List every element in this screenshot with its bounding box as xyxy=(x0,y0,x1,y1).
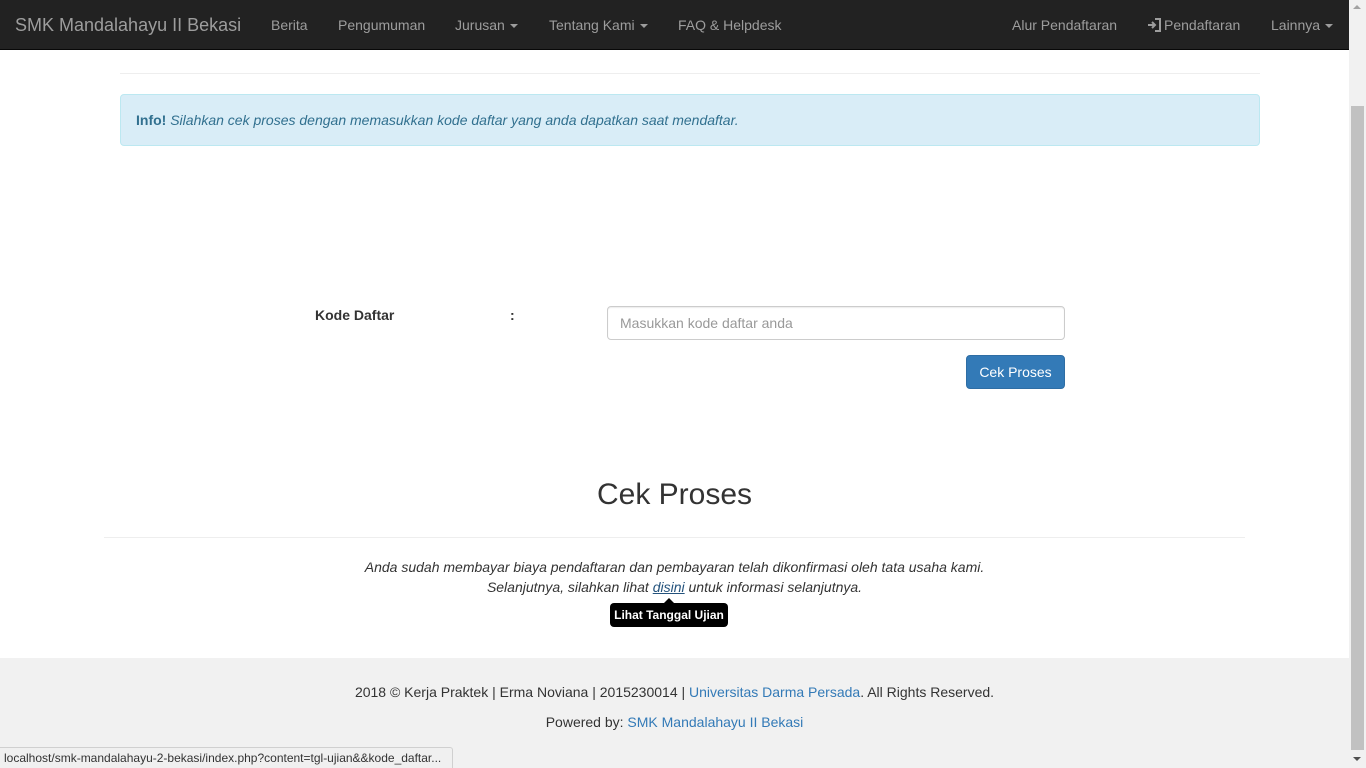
footer-copyright: 2018 © Kerja Praktek | Erma Noviana | 20… xyxy=(0,684,1349,700)
footer-rights-text: . All Rights Reserved. xyxy=(860,684,995,700)
nav-item-lainnya[interactable]: Lainnya xyxy=(1271,0,1334,50)
section-title: Cek Proses xyxy=(596,478,753,511)
caret-down-icon xyxy=(1325,24,1334,29)
nav-item-pendaftaran-label: Pendaftaran xyxy=(1164,17,1241,33)
browser-status-url: localhost/smk-mandalahayu-2-bekasi/index… xyxy=(0,747,453,768)
school-link[interactable]: SMK Mandalahayu II Bekasi xyxy=(627,714,803,730)
cek-proses-button[interactable]: Cek Proses xyxy=(966,355,1065,389)
nav-item-pendaftaran[interactable]: Pendaftaran xyxy=(1147,0,1240,50)
alert-text: Silahkan cek proses dengan memasukkan ko… xyxy=(170,112,739,128)
footer-copyright-text: 2018 © Kerja Praktek | Erma Noviana | 20… xyxy=(354,684,690,700)
nav-item-tentang-kami[interactable]: Tentang Kami xyxy=(549,0,648,50)
nav-item-tentang-kami-label: Tentang Kami xyxy=(549,17,635,33)
kode-daftar-input[interactable] xyxy=(607,306,1065,340)
alert-title: Info! xyxy=(136,112,167,128)
top-navbar: SMK Mandalahayu II Bekasi Berita Pengumu… xyxy=(0,0,1349,50)
section-divider xyxy=(104,537,1245,538)
nav-item-alur-pendaftaran[interactable]: Alur Pendaftaran xyxy=(1012,0,1117,50)
nav-item-lainnya-label: Lainnya xyxy=(1271,17,1321,33)
login-icon xyxy=(1148,18,1161,32)
scroll-up-arrow-icon[interactable] xyxy=(1353,5,1361,9)
result-message-line2: Selanjutnya, silahkan lihat disini untuk… xyxy=(104,579,1245,595)
result-message-line1: Anda sudah membayar biaya pendaftaran da… xyxy=(364,559,985,575)
navbar-brand[interactable]: SMK Mandalahayu II Bekasi xyxy=(15,0,241,50)
line2-before-text: Selanjutnya, silahkan lihat xyxy=(486,579,653,595)
nav-item-berita[interactable]: Berita xyxy=(271,0,308,50)
universitas-link[interactable]: Universitas Darma Persada xyxy=(689,684,860,700)
nav-item-jurusan[interactable]: Jurusan xyxy=(455,0,518,50)
footer-powered-by: Powered by: SMK Mandalahayu II Bekasi xyxy=(0,714,1349,730)
scrollbar-thumb[interactable] xyxy=(1351,106,1364,750)
tooltip-lihat-tanggal-ujian: Lihat Tanggal Ujian xyxy=(610,603,728,627)
caret-down-icon xyxy=(509,24,518,29)
nav-item-faq-helpdesk[interactable]: FAQ & Helpdesk xyxy=(678,0,782,50)
line2-after-text: untuk informasi selanjutnya. xyxy=(684,579,863,595)
info-alert: Info! Silahkan cek proses dengan memasuk… xyxy=(120,94,1260,146)
nav-item-jurusan-label: Jurusan xyxy=(455,17,505,33)
top-divider xyxy=(120,73,1260,74)
nav-item-pengumuman[interactable]: Pengumuman xyxy=(338,0,425,50)
scroll-down-arrow-icon[interactable] xyxy=(1353,757,1361,761)
caret-down-icon xyxy=(639,24,648,29)
kode-daftar-colon: : xyxy=(510,307,515,323)
kode-daftar-label: Kode Daftar xyxy=(315,307,395,323)
powered-by-text: Powered by: xyxy=(545,714,628,730)
disini-link[interactable]: disini xyxy=(653,579,685,595)
